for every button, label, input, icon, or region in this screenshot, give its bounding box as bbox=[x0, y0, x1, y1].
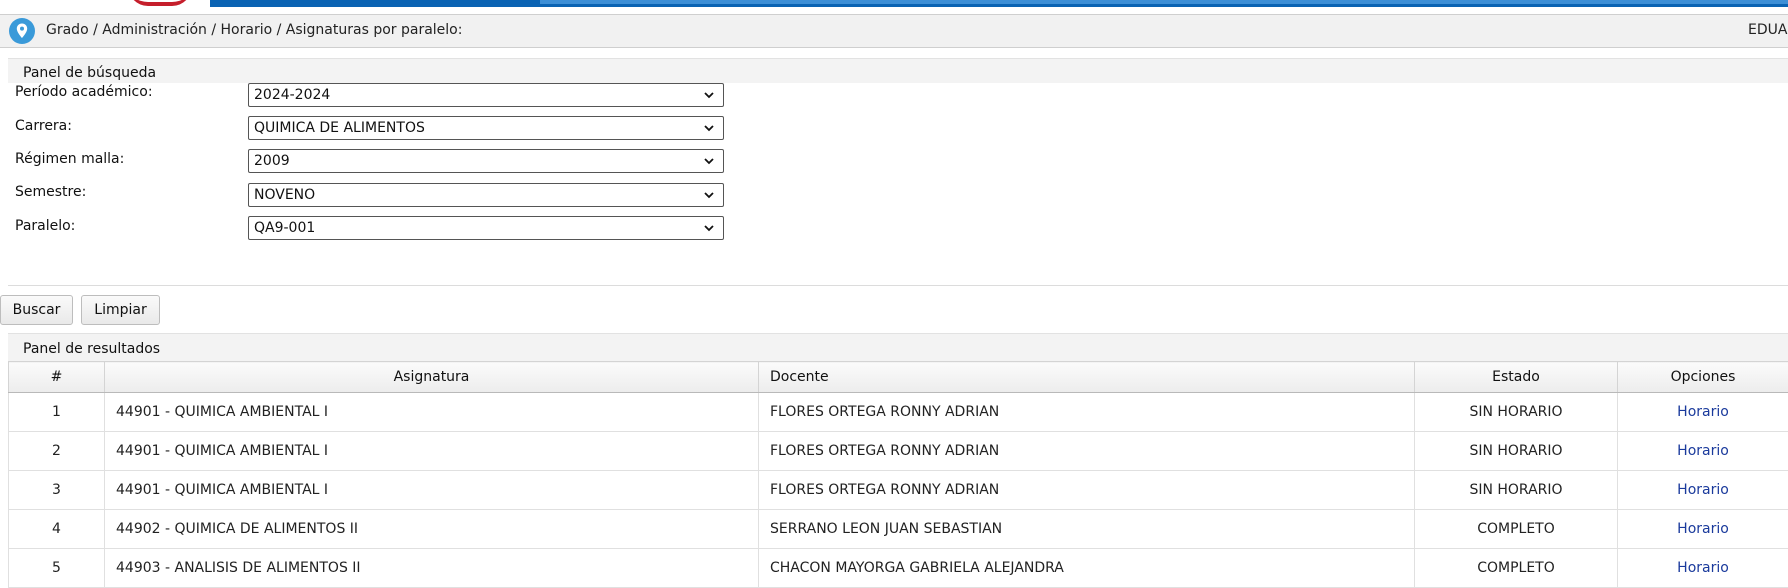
chevron-down-icon bbox=[702, 188, 716, 202]
period-value: 2024-2024 bbox=[254, 87, 330, 103]
row-status: COMPLETO bbox=[1415, 549, 1618, 588]
schedule-link[interactable]: Horario bbox=[1677, 443, 1729, 459]
row-subject: 44901 - QUIMICA AMBIENTAL I bbox=[105, 471, 759, 510]
user-name[interactable]: EDUAR bbox=[1748, 22, 1788, 38]
column-header-subject[interactable]: Asignatura bbox=[105, 362, 759, 393]
regime-label: Régimen malla: bbox=[15, 151, 124, 167]
results-panel: Panel de resultados # Asignatura Docente… bbox=[8, 333, 1788, 568]
search-panel-title: Panel de búsqueda bbox=[8, 59, 1788, 83]
row-teacher: SERRANO LEON JUAN SEBASTIAN bbox=[759, 510, 1415, 549]
clear-button[interactable]: Limpiar bbox=[81, 295, 160, 325]
schedule-link[interactable]: Horario bbox=[1677, 482, 1729, 498]
chevron-down-icon bbox=[702, 121, 716, 135]
regime-select[interactable]: 2009 bbox=[248, 149, 724, 173]
schedule-link[interactable]: Horario bbox=[1677, 521, 1729, 537]
table-row: 3 44901 - QUIMICA AMBIENTAL I FLORES ORT… bbox=[9, 471, 1788, 510]
breadcrumb: Grado / Administración / Horario / Asign… bbox=[46, 22, 462, 38]
semester-label: Semestre: bbox=[15, 184, 86, 200]
column-header-status[interactable]: Estado bbox=[1415, 362, 1618, 393]
career-select[interactable]: QUIMICA DE ALIMENTOS bbox=[248, 116, 724, 140]
row-status: COMPLETO bbox=[1415, 510, 1618, 549]
row-status: SIN HORARIO bbox=[1415, 471, 1618, 510]
chevron-down-icon bbox=[702, 88, 716, 102]
row-subject: 44903 - ANALISIS DE ALIMENTOS II bbox=[105, 549, 759, 588]
row-number: 3 bbox=[9, 471, 105, 510]
banner-stripe-light bbox=[540, 0, 1788, 4]
row-number: 2 bbox=[9, 432, 105, 471]
row-status: SIN HORARIO bbox=[1415, 393, 1618, 432]
table-header-row: # Asignatura Docente Estado Opciones bbox=[9, 362, 1788, 393]
table-row: 4 44902 - QUIMICA DE ALIMENTOS II SERRAN… bbox=[9, 510, 1788, 549]
parallel-label: Paralelo: bbox=[15, 218, 75, 234]
row-status: SIN HORARIO bbox=[1415, 432, 1618, 471]
schedule-link[interactable]: Horario bbox=[1677, 560, 1729, 576]
breadcrumb-bar: Grado / Administración / Horario / Asign… bbox=[0, 14, 1788, 48]
column-header-teacher[interactable]: Docente bbox=[759, 362, 1415, 393]
results-panel-title: Panel de resultados bbox=[8, 334, 1788, 362]
career-label: Carrera: bbox=[15, 118, 72, 134]
row-teacher: FLORES ORTEGA RONNY ADRIAN bbox=[759, 432, 1415, 471]
row-teacher: FLORES ORTEGA RONNY ADRIAN bbox=[759, 471, 1415, 510]
parallel-value: QA9-001 bbox=[254, 220, 315, 236]
row-number: 5 bbox=[9, 549, 105, 588]
search-button[interactable]: Buscar bbox=[0, 295, 73, 325]
row-teacher: CHACON MAYORGA GABRIELA ALEJANDRA bbox=[759, 549, 1415, 588]
results-table: # Asignatura Docente Estado Opciones 1 4… bbox=[8, 361, 1788, 588]
table-row: 5 44903 - ANALISIS DE ALIMENTOS II CHACO… bbox=[9, 549, 1788, 588]
chevron-down-icon bbox=[702, 221, 716, 235]
search-panel: Panel de búsqueda Período académico: 202… bbox=[8, 58, 1788, 286]
regime-value: 2009 bbox=[254, 153, 290, 169]
schedule-link[interactable]: Horario bbox=[1677, 404, 1729, 420]
table-row: 2 44901 - QUIMICA AMBIENTAL I FLORES ORT… bbox=[9, 432, 1788, 471]
period-select[interactable]: 2024-2024 bbox=[248, 83, 724, 107]
row-number: 4 bbox=[9, 510, 105, 549]
location-pin-icon bbox=[8, 17, 36, 45]
career-value: QUIMICA DE ALIMENTOS bbox=[254, 120, 425, 136]
row-subject: 44901 - QUIMICA AMBIENTAL I bbox=[105, 393, 759, 432]
column-header-options[interactable]: Opciones bbox=[1618, 362, 1788, 393]
table-row: 1 44901 - QUIMICA AMBIENTAL I FLORES ORT… bbox=[9, 393, 1788, 432]
row-subject: 44902 - QUIMICA DE ALIMENTOS II bbox=[105, 510, 759, 549]
parallel-select[interactable]: QA9-001 bbox=[248, 216, 724, 240]
row-number: 1 bbox=[9, 393, 105, 432]
semester-value: NOVENO bbox=[254, 187, 315, 203]
period-label: Período académico: bbox=[15, 84, 153, 100]
chevron-down-icon bbox=[702, 154, 716, 168]
row-subject: 44901 - QUIMICA AMBIENTAL I bbox=[105, 432, 759, 471]
column-header-number[interactable]: # bbox=[9, 362, 105, 393]
row-teacher: FLORES ORTEGA RONNY ADRIAN bbox=[759, 393, 1415, 432]
semester-select[interactable]: NOVENO bbox=[248, 183, 724, 207]
